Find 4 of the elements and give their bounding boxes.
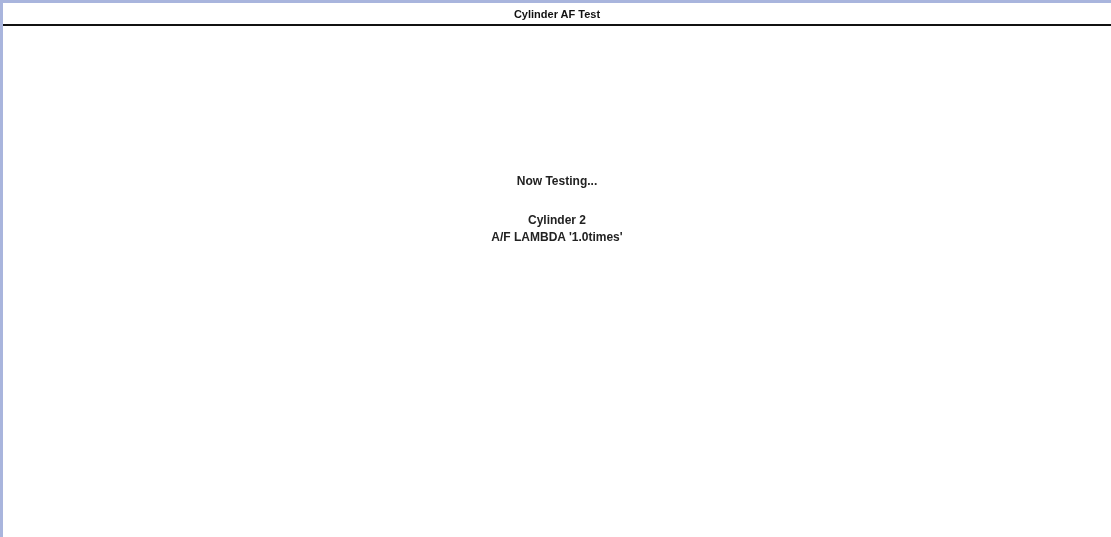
status-text: Now Testing... [516, 174, 598, 188]
window-title: Cylinder AF Test [513, 7, 601, 20]
detail-text: Cylinder 2 [528, 212, 586, 229]
detail-text: A/F LAMBDA '1.0times' [491, 229, 623, 246]
